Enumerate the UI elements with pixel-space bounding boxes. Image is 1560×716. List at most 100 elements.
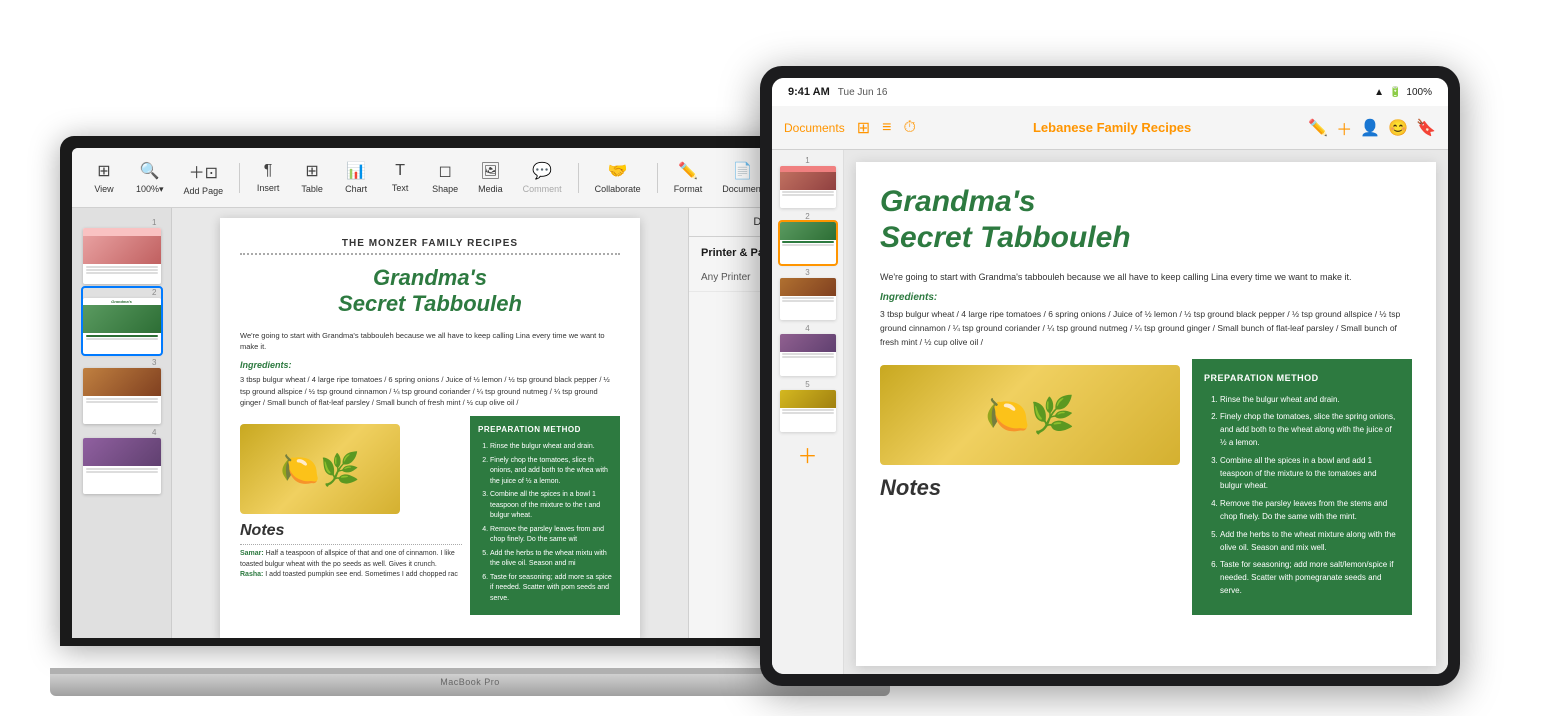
doc-prep-list: Rinse the bulgur wheat and drain. Finely… [478, 442, 612, 604]
toolbar-view[interactable]: ⊞ View [84, 157, 124, 198]
ipad-list-icon[interactable]: ≡ [882, 119, 891, 137]
addpage-icon: ＋⊡ [189, 159, 218, 183]
toolbar-text[interactable]: T Text [380, 158, 420, 197]
ipad-ttext-4 [780, 352, 836, 360]
itl1-1 [782, 191, 834, 193]
ipad-timg-5 [780, 390, 836, 408]
table-label: Table [301, 184, 323, 194]
itl3-1 [782, 297, 834, 299]
toolbar-chart[interactable]: 📊 Chart [336, 157, 376, 198]
thumbnail-1[interactable]: 1 [83, 218, 161, 284]
ipad-tpage-4 [780, 334, 836, 376]
toolbar-addpage[interactable]: ＋⊡ Add Page [176, 155, 232, 200]
toolbar-media[interactable]: 🖼 Media [470, 157, 511, 198]
pages-toolbar: ⊞ View 🔍 100%▾ ＋⊡ Add Page ¶ Insert [72, 148, 868, 208]
toolbar-format[interactable]: ✏️ Format [666, 157, 711, 198]
ipad-emoji-icon[interactable]: 😊 [1388, 118, 1408, 138]
wifi-icon: ▲ [1374, 87, 1384, 98]
ipad-toolbar: Documents ⊞ ≡ ⏱ Lebanese Family Recipes … [772, 106, 1448, 150]
thumb-page-3 [83, 368, 161, 424]
itl3-2 [782, 300, 834, 302]
media-label: Media [478, 184, 503, 194]
ipad-timg-4 [780, 334, 836, 352]
view-label: View [94, 184, 113, 194]
thumb-img-2 [83, 305, 161, 333]
itl4-1 [782, 353, 834, 355]
doc-page: THE MONZER FAMILY RECIPES Grandma'sSecre… [220, 218, 640, 638]
thumb-num-4: 4 [83, 428, 161, 437]
prep-step-1: Rinse the bulgur wheat and drain. [490, 442, 612, 453]
macbook-screen: ⊞ View 🔍 100%▾ ＋⊡ Add Page ¶ Insert [60, 136, 880, 646]
text-icon: T [395, 162, 405, 180]
ipad-add-page-btn[interactable]: ＋ [798, 440, 818, 469]
doc-family-title: THE MONZER FAMILY RECIPES [240, 238, 620, 249]
doc-ingredients-label: Ingredients: [240, 360, 620, 370]
ipad-thumb-5[interactable]: 5 [780, 380, 836, 432]
toolbar-collaborate[interactable]: 🤝 Collaborate [587, 157, 649, 198]
t1l3 [86, 272, 158, 274]
ipad-body: 9:41 AM Tue Jun 16 ▲ 🔋 100% Documents ⊞ … [760, 66, 1460, 686]
ipad-pencil-icon[interactable]: ✏️ [1308, 118, 1328, 138]
toolbar-zoom[interactable]: 🔍 100%▾ [128, 157, 172, 199]
ipad-doc-intro: We're going to start with Grandma's tabb… [880, 270, 1412, 284]
ipad-view-icon[interactable]: ⊞ [857, 118, 870, 138]
toolbar-table[interactable]: ⊞ Table [292, 157, 332, 198]
doc-left-area: 🍋🌿 Notes Samar: Half a teaspoon of allsp… [240, 416, 462, 615]
ipad-thumb-1[interactable]: 1 [780, 156, 836, 208]
thumbnail-4[interactable]: 4 [83, 428, 161, 494]
thumbnail-3[interactable]: 3 [83, 358, 161, 424]
collaborate-label: Collaborate [595, 184, 641, 194]
ipad-tpage-3 [780, 278, 836, 320]
comment-label: Comment [523, 184, 562, 194]
ipad-prep-title: PREPARATION METHOD [1204, 371, 1400, 385]
thumb-img-3 [83, 368, 161, 396]
doc-main-heading: Grandma'sSecret Tabbouleh [240, 265, 620, 318]
toolbar-shape[interactable]: ◻ Shape [424, 157, 466, 198]
ipad-tpage-2 [780, 222, 836, 264]
doc-prep-panel: PREPARATION METHOD Rinse the bulgur whea… [470, 416, 620, 615]
thumb-text-2 [83, 333, 161, 343]
ipad-doc-title: Lebanese Family Recipes [924, 120, 1300, 135]
ipad-plus-icon[interactable]: ＋ [1336, 116, 1352, 140]
pages-content: 1 [72, 208, 868, 638]
ipad-content: 1 2 [772, 150, 1448, 674]
macbook-screen-inner: ⊞ View 🔍 100%▾ ＋⊡ Add Page ¶ Insert [72, 148, 868, 638]
thumb-img-1 [83, 236, 161, 264]
t1l1 [86, 266, 158, 268]
ipad-bookmark-icon[interactable]: 🔖 [1416, 118, 1436, 138]
ipad-prep-step-2: Finely chop the tomatoes, slice the spri… [1220, 411, 1400, 449]
ipad-clock-icon[interactable]: ⏱ [903, 119, 915, 137]
ipad-thumb-4[interactable]: 4 [780, 324, 836, 376]
ipad-ttext-5 [780, 408, 836, 416]
ipad-prep-step-6: Taste for seasoning; add more salt/lemon… [1220, 559, 1400, 597]
addpage-label: Add Page [184, 186, 224, 196]
ipad-tnum-1: 1 [780, 156, 836, 165]
collaborate-icon: 🤝 [608, 161, 628, 181]
ipad-collab-icon[interactable]: 👤 [1360, 118, 1380, 138]
ipad-lemon-image: 🍋🌿 [880, 365, 1180, 465]
ipad-documents-btn[interactable]: Documents [784, 121, 845, 135]
thumb-text-1 [83, 264, 161, 277]
view-icon: ⊞ [97, 161, 110, 181]
thumb-page-2: Grandma's [83, 298, 161, 354]
toolbar-insert[interactable]: ¶ Insert [248, 158, 288, 197]
battery-pct: 100% [1406, 87, 1432, 98]
document-icon: 📄 [733, 161, 753, 181]
prep-step-5: Add the herbs to the wheat mixtu with th… [490, 549, 612, 570]
thumb-topbar-1 [83, 228, 161, 236]
document-icon-label: Document [722, 184, 763, 194]
ipad-thumb-3[interactable]: 3 [780, 268, 836, 320]
shape-label: Shape [432, 184, 458, 194]
toolbar-comment[interactable]: 💬 Comment [515, 157, 570, 198]
ipad-timg-2 [780, 222, 836, 240]
ipad: 9:41 AM Tue Jun 16 ▲ 🔋 100% Documents ⊞ … [760, 66, 1480, 706]
pages-sidebar: 1 [72, 208, 172, 638]
ipad-thumb-2[interactable]: 2 [780, 212, 836, 264]
thumbnail-2[interactable]: 2 Grandma's [83, 288, 161, 354]
t2l1 [86, 335, 158, 337]
ipad-screen: 9:41 AM Tue Jun 16 ▲ 🔋 100% Documents ⊞ … [772, 78, 1448, 674]
insert-label: Insert [257, 183, 280, 193]
ipad-prep-step-5: Add the herbs to the wheat mixture along… [1220, 529, 1400, 555]
thumb-img-4 [83, 438, 161, 466]
itl2-2 [782, 244, 834, 246]
